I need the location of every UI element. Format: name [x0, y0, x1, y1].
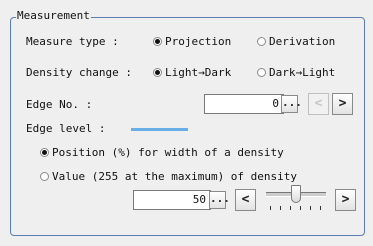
radio-value-255[interactable]: Value (255 at the maximum) of density [40, 170, 297, 184]
slider-thumb[interactable] [291, 185, 301, 203]
radio-dark-to-light-label: Dark→Light [269, 66, 336, 79]
slider-tick [300, 206, 301, 210]
radio-projection-label: Projection [165, 35, 232, 48]
edge-level-browse-button[interactable]: ... [209, 191, 230, 209]
slider-tick [270, 206, 271, 210]
radio-indicator [257, 68, 266, 77]
radio-indicator [40, 148, 49, 157]
slider-tick [290, 206, 291, 210]
slider-tick [320, 206, 321, 210]
edge-level-prev-button[interactable]: < [235, 189, 256, 211]
radio-indicator [257, 37, 266, 46]
measure-type-label: Measure type : [26, 35, 119, 48]
edge-level-slider[interactable] [264, 185, 328, 211]
edge-no-label: Edge No. : [26, 98, 93, 111]
radio-derivation[interactable]: Derivation [257, 35, 335, 49]
slider-tick [310, 206, 311, 210]
radio-indicator [153, 37, 162, 46]
group-title: Measurement [16, 9, 91, 23]
density-change-label: Density change : [26, 66, 132, 79]
slider-tick [280, 206, 281, 210]
edge-no-browse-button[interactable]: ... [281, 95, 302, 113]
edge-level-next-button[interactable]: > [335, 189, 356, 211]
radio-light-to-dark-label: Light→Dark [165, 66, 232, 79]
edge-level-label: Edge level : [26, 122, 106, 135]
radio-indicator [153, 68, 162, 77]
edge-no-prev-button[interactable]: < [308, 93, 329, 115]
radio-projection[interactable]: Projection [153, 35, 231, 49]
radio-position-percent-label: Position (%) for width of a density [52, 146, 284, 159]
radio-value-255-label: Value (255 at the maximum) of density [52, 170, 298, 183]
radio-light-to-dark[interactable]: Light→Dark [153, 66, 231, 80]
edge-level-input[interactable]: 50 [133, 190, 211, 210]
edge-level-color-bar [131, 128, 188, 131]
radio-indicator [40, 172, 49, 181]
radio-dark-to-light[interactable]: Dark→Light [257, 66, 335, 80]
edge-no-input[interactable]: 0 [204, 94, 284, 114]
radio-position-percent[interactable]: Position (%) for width of a density [40, 146, 284, 160]
edge-no-next-button[interactable]: > [332, 93, 353, 115]
radio-derivation-label: Derivation [269, 35, 336, 48]
